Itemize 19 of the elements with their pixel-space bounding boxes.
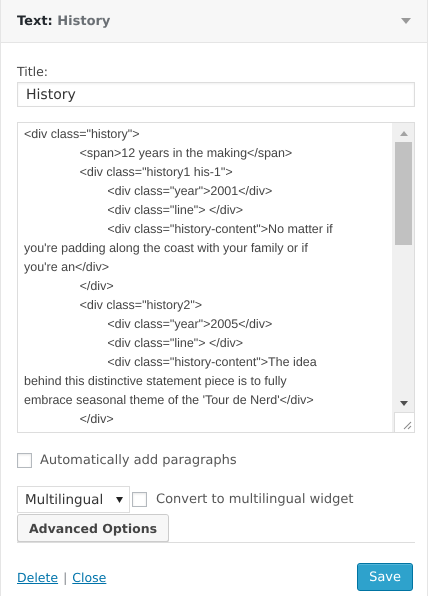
widget-header[interactable]: Text: History	[1, 0, 427, 43]
scrollbar-thumb[interactable]	[395, 142, 412, 245]
title-label: Title:	[17, 64, 48, 79]
advanced-options-button[interactable]: Advanced Options	[17, 514, 170, 542]
close-link[interactable]: Close	[72, 570, 106, 584]
title-input[interactable]: History	[17, 82, 415, 107]
language-select[interactable]: Multilingual	[17, 486, 130, 513]
resize-grip-icon[interactable]	[402, 421, 412, 430]
widget-heading: Text: History	[17, 14, 110, 28]
checkbox[interactable]	[132, 492, 147, 507]
delete-link[interactable]: Delete	[17, 570, 58, 584]
checkbox-label: Convert to multilingual widget	[156, 492, 354, 507]
scroll-up-icon[interactable]	[400, 131, 408, 136]
scrollbar[interactable]	[392, 123, 414, 432]
caret-icon[interactable]	[116, 496, 123, 502]
checkbox-label: Automatically add paragraphs	[40, 453, 237, 468]
link-separator: |	[63, 570, 68, 584]
scroll-down-icon[interactable]	[400, 401, 408, 406]
checkbox[interactable]	[17, 453, 32, 468]
